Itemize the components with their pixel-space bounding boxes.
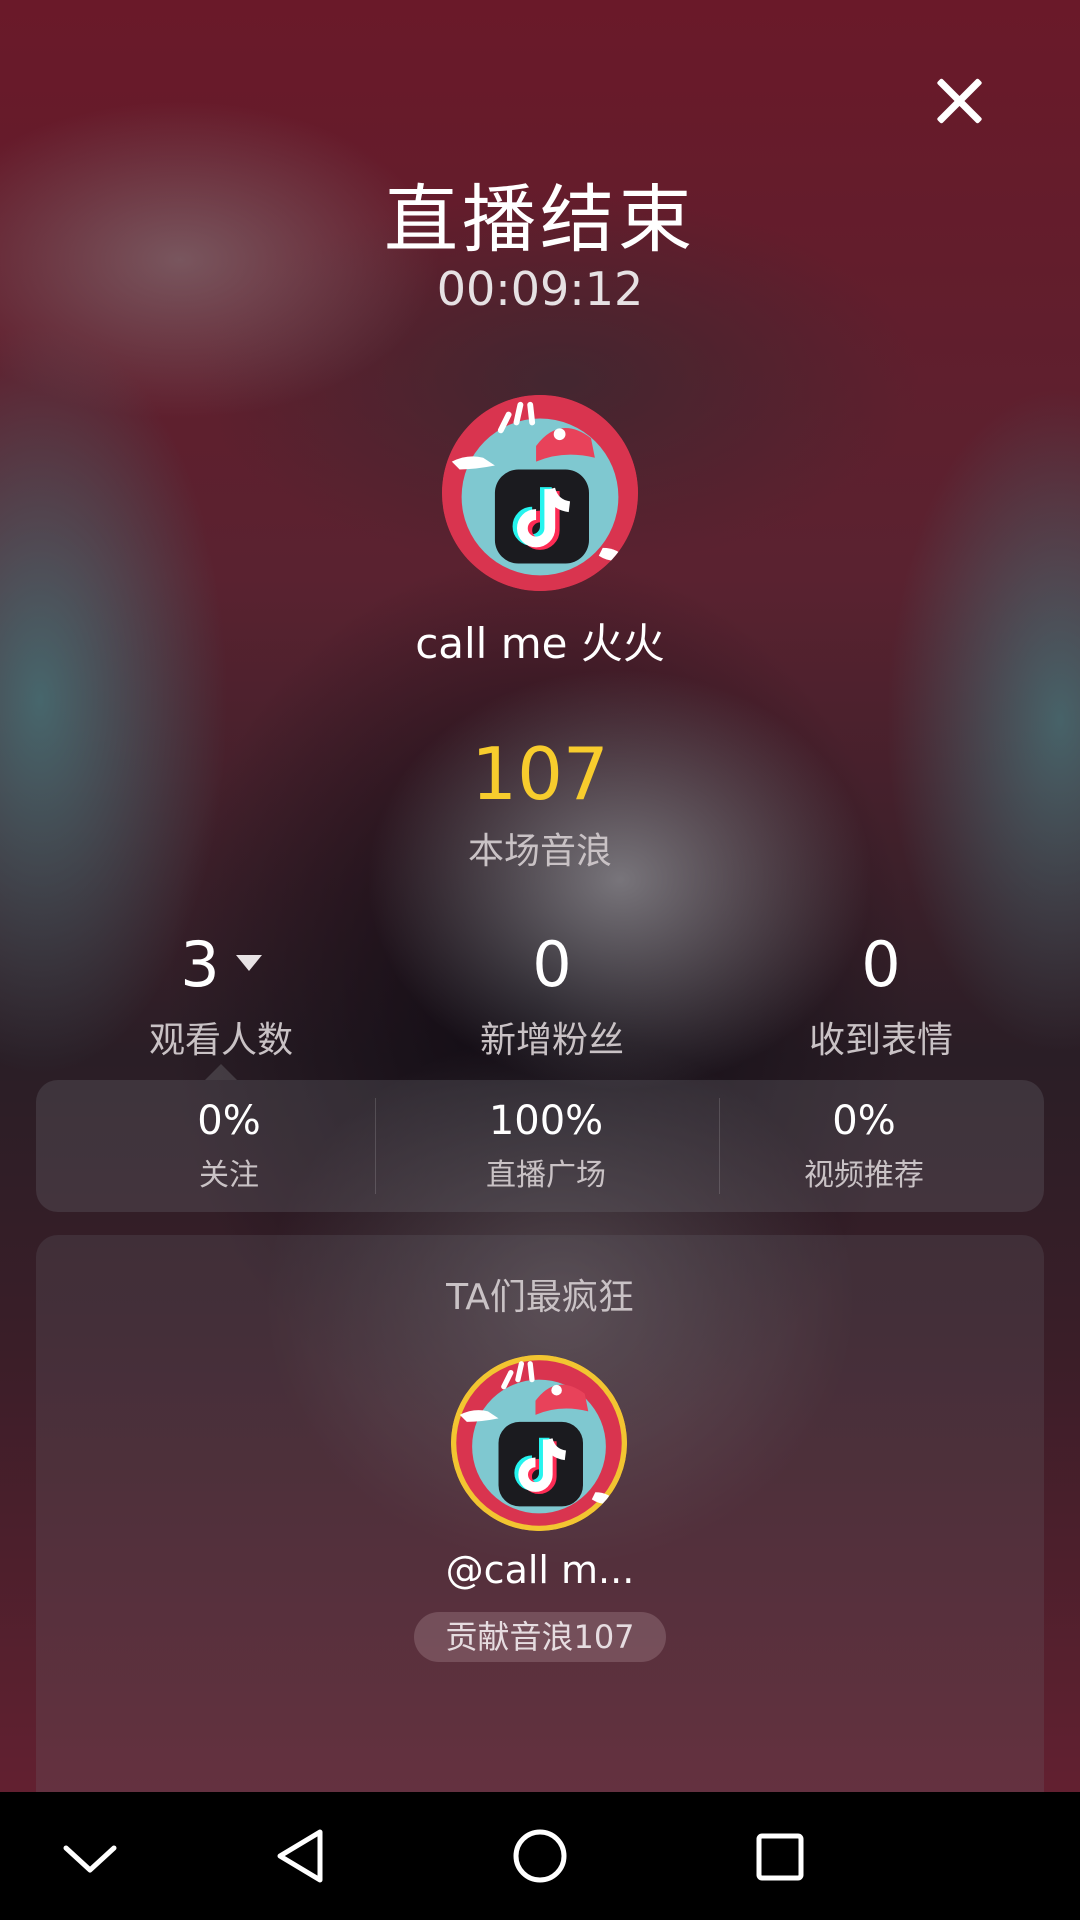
tiktok-mascot-icon (442, 395, 638, 591)
source-live-square: 100% 直播广场 (396, 1098, 696, 1194)
recent-square-icon[interactable] (715, 1792, 843, 1920)
source-video-label: 视频推荐 (804, 1158, 924, 1193)
source-video-percent: 0% (832, 1098, 896, 1144)
source-live-square-percent: 100% (488, 1098, 604, 1144)
page-title: 直播结束 (384, 177, 696, 263)
tiktok-mascot-icon (451, 1355, 627, 1531)
emotes-stat: 0 收到表情 (731, 925, 1031, 1063)
top-fans-title: TA们最疯狂 (446, 1277, 634, 1318)
viewer-source-panel: 0% 关注 100% 直播广场 0% 视频推荐 (36, 1080, 1044, 1212)
new-fans-stat: 0 新增粉丝 (402, 925, 702, 1063)
caret-down-icon[interactable] (235, 954, 262, 971)
emotes-count: 0 (861, 928, 901, 1001)
live-ended-screen: 直播结束 00:09:12 call me 火火 107 本场音浪 3 观看人数… (0, 0, 1080, 1920)
source-follow-percent: 0% (197, 1098, 261, 1144)
top-fan-avatar[interactable] (451, 1355, 627, 1531)
divider (375, 1098, 376, 1194)
viewers-value-row: 3 (71, 925, 371, 1005)
close-icon[interactable] (928, 70, 990, 132)
panel-pointer (205, 1064, 237, 1080)
yinlang-value: 107 (471, 732, 609, 816)
contribution-badge: 贡献音浪107 (414, 1612, 666, 1662)
live-duration: 00:09:12 (436, 262, 644, 316)
source-follow-label: 关注 (199, 1158, 259, 1193)
viewers-label: 观看人数 (148, 1020, 293, 1061)
back-triangle-icon[interactable] (236, 1792, 364, 1920)
source-follow: 0% 关注 (79, 1098, 379, 1194)
new-fans-label: 新增粉丝 (479, 1020, 624, 1061)
host-name: call me 火火 (415, 619, 665, 668)
viewers-stat[interactable]: 3 观看人数 (71, 925, 371, 1063)
new-fans-count: 0 (532, 928, 572, 1001)
system-nav-bar (0, 1792, 1080, 1920)
top-fan-name[interactable]: @call m... (0, 1548, 1080, 1592)
yinlang-label: 本场音浪 (467, 831, 612, 872)
viewers-count: 3 (180, 928, 220, 1001)
source-video-recommend: 0% 视频推荐 (714, 1098, 1014, 1194)
emotes-label: 收到表情 (808, 1020, 953, 1061)
host-avatar[interactable] (442, 395, 638, 591)
chevron-down-icon[interactable] (26, 1792, 154, 1920)
source-live-square-label: 直播广场 (486, 1158, 606, 1193)
home-circle-icon[interactable] (476, 1792, 604, 1920)
